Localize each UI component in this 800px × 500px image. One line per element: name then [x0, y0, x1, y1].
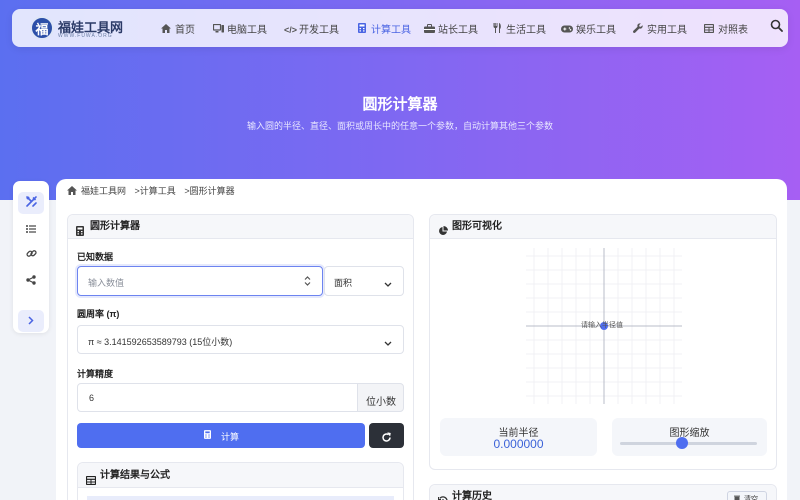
nav-item-label: 生活工具: [506, 25, 546, 36]
nav-item-fun[interactable]: 娱乐工具: [561, 21, 616, 36]
calculator-card-header: 圆形计算器: [68, 215, 413, 239]
calculator-icon: [204, 430, 211, 441]
nav-item-practical[interactable]: 实用工具: [632, 21, 687, 36]
utensils-icon: [491, 23, 503, 35]
logo-domain: WWW.FUWA.ORG: [58, 33, 113, 39]
trash-icon: [734, 495, 740, 500]
top-navbar: 福 福娃工具网 WWW.FUWA.ORG 首页 电脑工具 </> 开发工具 计算工…: [12, 9, 788, 47]
nav-item-computer[interactable]: 电脑工具: [212, 21, 267, 36]
clear-history-label: 清空: [744, 496, 758, 500]
precision-label: 计算精度: [77, 369, 114, 379]
nav-item-label: 开发工具: [299, 25, 339, 36]
logo-icon[interactable]: 福: [30, 16, 54, 40]
calculator-icon: [76, 222, 86, 236]
breadcrumb-current: >圆形计算器: [184, 186, 235, 196]
nav-item-webmaster[interactable]: 站长工具: [423, 21, 478, 36]
precision-unit: 位小数: [366, 397, 396, 408]
share-button[interactable]: [18, 270, 44, 292]
value-input[interactable]: 输入数值: [77, 266, 323, 296]
nav-item-label: 娱乐工具: [576, 25, 616, 36]
chart-pie-icon: [438, 222, 448, 235]
search-icon[interactable]: [770, 19, 784, 33]
current-radius-box: 当前半径 0.000000: [440, 418, 597, 456]
precision-input[interactable]: 6: [77, 383, 358, 412]
desktop-icon: [212, 23, 224, 35]
nav-item-home[interactable]: 首页: [160, 21, 195, 36]
side-toolbar: [13, 181, 49, 333]
list-icon: [26, 220, 36, 238]
nav-item-label: 计算工具: [371, 25, 411, 36]
zoom-box: 图形缩放: [612, 418, 767, 456]
page-title: 圆形计算器: [362, 96, 438, 113]
reset-button[interactable]: [369, 423, 404, 448]
breadcrumb-home[interactable]: 福娃工具网: [81, 186, 126, 196]
value-input-placeholder: 输入数值: [88, 278, 125, 288]
gamepad-icon: [561, 25, 573, 35]
history-card-header: 计算历史: [430, 485, 776, 500]
visualization-card-header: 图形可视化: [430, 215, 776, 239]
zoom-label: 图形缩放: [669, 428, 710, 439]
table-icon: [703, 23, 715, 35]
history-icon: [437, 492, 448, 500]
nav-item-label: 电脑工具: [227, 25, 267, 36]
wrench-icon: [632, 23, 644, 35]
refresh-icon: [381, 430, 392, 448]
pi-label: 圆周率 (π): [77, 309, 120, 319]
zoom-slider-track[interactable]: [620, 442, 757, 445]
pi-select[interactable]: π ≈ 3.141592653589793 (15位小数): [77, 325, 404, 354]
results-card-header: 计算结果与公式: [78, 463, 403, 488]
pi-select-value: π ≈ 3.141592653589793 (15位小数): [88, 337, 233, 347]
results-card-title: 计算结果与公式: [100, 470, 170, 481]
share-icon: [26, 272, 36, 290]
param-type-select[interactable]: 面积: [324, 266, 404, 296]
canvas-hint: 请输入半径值: [581, 322, 623, 329]
history-card: 计算历史 清空: [429, 484, 777, 500]
calculator-card-title: 圆形计算器: [90, 221, 140, 232]
precision-unit-addon: 位小数: [357, 383, 404, 412]
table-icon: [85, 470, 97, 486]
nav-item-label: 对照表: [718, 25, 748, 36]
clear-history-button[interactable]: 清空: [727, 491, 767, 500]
chevron-down-icon: [384, 338, 392, 348]
breadcrumb: 福娃工具网 >计算工具 >圆形计算器: [67, 184, 237, 197]
chevron-down-icon: [384, 279, 392, 289]
results-card: 计算结果与公式: [77, 462, 404, 500]
nav-item-calc[interactable]: 计算工具: [356, 21, 411, 36]
nav-item-tables[interactable]: 对照表: [703, 21, 748, 36]
circle-canvas[interactable]: 请输入半径值: [430, 242, 778, 412]
visualization-card-title: 图形可视化: [452, 221, 502, 232]
precision-value: 6: [89, 393, 95, 403]
toolbox-icon: [423, 24, 435, 35]
calculate-button-label: 计算: [221, 432, 240, 442]
code-icon: </>: [284, 25, 298, 35]
breadcrumb-category[interactable]: >计算工具: [135, 186, 176, 196]
number-spinner-icon[interactable]: [304, 275, 311, 289]
expand-sidebar-button[interactable]: [18, 310, 44, 332]
param-type-value: 面积: [334, 278, 353, 288]
chevron-right-icon: [28, 312, 34, 330]
page-subtitle: 输入圆的半径、直径、面积或周长中的任意一个参数，自动计算其他三个参数: [246, 121, 553, 131]
known-data-label: 已知数据: [77, 252, 114, 262]
tools-button[interactable]: [18, 192, 44, 214]
link-button[interactable]: [18, 244, 44, 266]
link-icon: [25, 246, 37, 264]
nav-item-label: 站长工具: [438, 25, 478, 36]
results-table-header: [87, 496, 394, 500]
calculate-button[interactable]: 计算: [77, 423, 365, 448]
nav-item-label: 首页: [175, 25, 195, 36]
list-button[interactable]: [18, 218, 44, 240]
history-card-title: 计算历史: [452, 491, 492, 500]
calculator-icon: [356, 23, 368, 35]
calculator-card: 圆形计算器: [67, 214, 414, 500]
home-icon: [67, 186, 77, 197]
nav-item-life[interactable]: 生活工具: [491, 21, 546, 36]
nav-item-dev[interactable]: </> 开发工具: [284, 21, 339, 36]
home-icon: [160, 24, 172, 35]
zoom-slider-thumb[interactable]: [675, 437, 688, 449]
current-radius-value: 0.000000: [493, 437, 544, 451]
nav-item-label: 实用工具: [647, 25, 687, 36]
tools-icon: [25, 194, 37, 212]
